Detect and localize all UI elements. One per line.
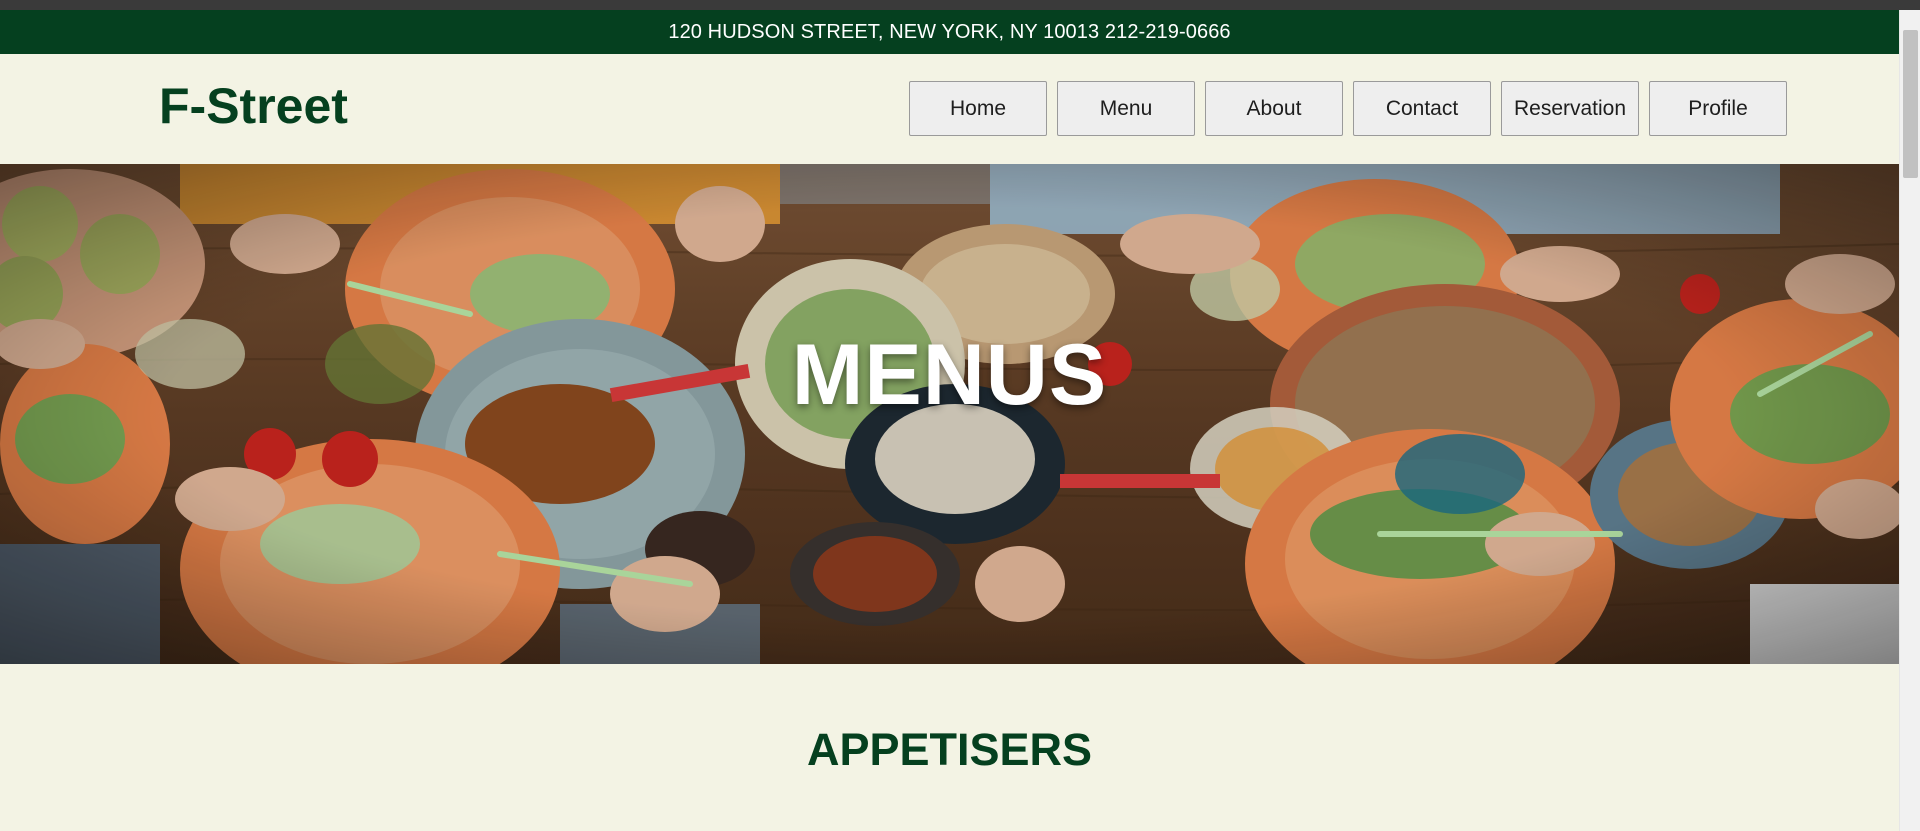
nav-contact-button[interactable]: Contact	[1353, 81, 1491, 136]
main-nav: Home Menu About Contact Reservation Prof…	[909, 81, 1787, 136]
browser-chrome-bar	[0, 0, 1920, 10]
scrollbar-thumb[interactable]	[1903, 30, 1918, 178]
nav-reservation-button[interactable]: Reservation	[1501, 81, 1639, 136]
hero-title: MENUS	[791, 327, 1108, 423]
site-header: F-Street Home Menu About Contact Reserva…	[0, 54, 1899, 164]
nav-home-button[interactable]: Home	[909, 81, 1047, 136]
address-text: 120 HUDSON STREET, NEW YORK, NY 10013 21…	[668, 20, 1231, 43]
nav-about-button[interactable]: About	[1205, 81, 1343, 136]
section-title-appetisers: APPETISERS	[806, 724, 1093, 775]
page-scrollbar[interactable]	[1899, 10, 1920, 831]
nav-menu-button[interactable]: Menu	[1057, 81, 1195, 136]
hero-banner: MENUS	[0, 164, 1899, 664]
page: 120 HUDSON STREET, NEW YORK, NY 10013 21…	[0, 10, 1899, 831]
site-logo[interactable]: F-Street	[159, 79, 348, 134]
address-bar-strip: 120 HUDSON STREET, NEW YORK, NY 10013 21…	[0, 10, 1899, 54]
nav-profile-button[interactable]: Profile	[1649, 81, 1787, 136]
